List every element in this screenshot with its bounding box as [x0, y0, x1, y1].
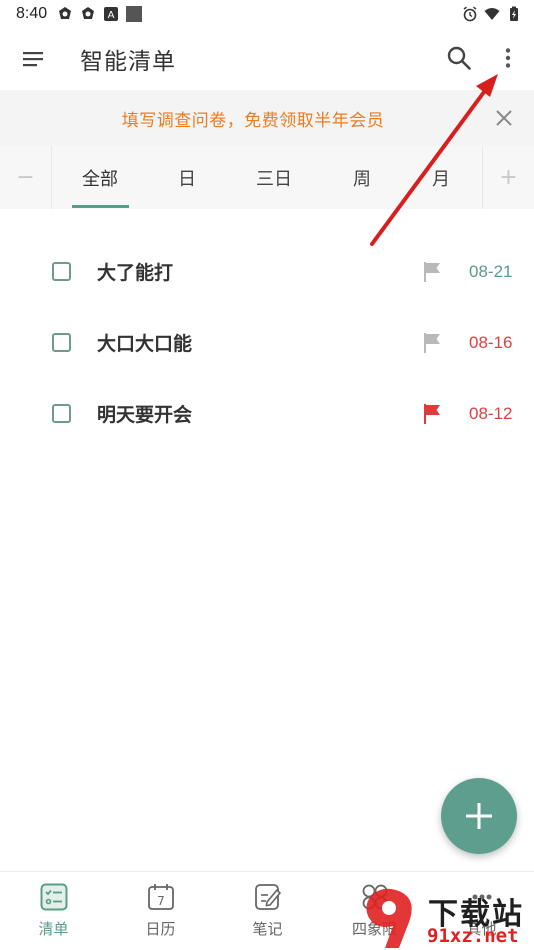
- alarm-icon: [463, 6, 477, 22]
- watermark-url: 91xz.net: [427, 925, 519, 947]
- svg-text:A: A: [108, 10, 115, 21]
- close-icon: [496, 110, 512, 126]
- page-title: 智能清单: [80, 49, 176, 75]
- calendar-icon: 7: [147, 884, 174, 910]
- task-title[interactable]: 大了能打: [97, 258, 173, 285]
- app-notification-icon: [82, 7, 95, 19]
- menu-icon: [23, 52, 43, 67]
- menu-button[interactable]: [18, 44, 48, 74]
- flag-icon[interactable]: [422, 332, 442, 354]
- square-notification-icon: [126, 6, 143, 22]
- calendar-day-number: 7: [157, 894, 165, 908]
- status-bar: 8:40 A: [0, 0, 534, 28]
- nav-item-notes[interactable]: 笔记: [214, 872, 321, 950]
- task-checkbox[interactable]: [52, 333, 71, 352]
- tab-all[interactable]: 全部: [52, 146, 148, 209]
- checklist-icon: [40, 883, 67, 911]
- task-due-date: 08-16: [469, 332, 513, 352]
- wifi-icon: [484, 8, 500, 20]
- add-task-button[interactable]: [441, 778, 517, 854]
- notification-icons: A: [57, 6, 143, 22]
- task-checkbox[interactable]: [52, 404, 71, 423]
- flag-icon[interactable]: [422, 261, 442, 283]
- banner-close-button[interactable]: [492, 106, 516, 130]
- nav-item-calendar[interactable]: 7 日历: [107, 872, 214, 950]
- task-title[interactable]: 明天要开会: [97, 400, 192, 427]
- search-icon: [447, 46, 471, 70]
- task-row[interactable]: 大了能打 08-21: [0, 236, 534, 307]
- nav-label: 笔记: [252, 920, 283, 938]
- status-time: 8:40: [16, 5, 48, 22]
- plus-icon: [466, 803, 492, 829]
- more-options-button[interactable]: [496, 42, 520, 74]
- task-title[interactable]: 大口大口能: [97, 329, 192, 356]
- font-notification-icon: A: [104, 7, 119, 21]
- tabs-decrease-button[interactable]: −: [0, 146, 52, 209]
- search-button[interactable]: [443, 42, 475, 74]
- range-tabs: − 全部 日 三日 周 月 +: [0, 146, 534, 209]
- nav-item-checklist[interactable]: 清单: [0, 872, 107, 950]
- battery-icon: [510, 6, 518, 21]
- tab-month[interactable]: 月: [402, 146, 480, 209]
- app-bar: 智能清单: [0, 28, 534, 90]
- task-due-date: 08-12: [469, 403, 513, 423]
- task-checkbox[interactable]: [52, 262, 71, 281]
- note-icon: [254, 884, 281, 910]
- active-tab-indicator: [72, 205, 129, 208]
- task-list: 大了能打 08-21 大口大口能 08-16 明天要开会 08-12: [0, 236, 534, 449]
- task-row[interactable]: 明天要开会 08-12: [0, 378, 534, 449]
- nav-label: 清单: [38, 920, 69, 938]
- tab-day[interactable]: 日: [148, 146, 226, 209]
- flag-icon[interactable]: [422, 403, 442, 425]
- app-notification-icon: [59, 7, 72, 19]
- tab-week[interactable]: 周: [322, 146, 402, 209]
- banner-text[interactable]: 填写调查问卷，免费领取半年会员: [122, 106, 385, 131]
- tab-three-days[interactable]: 三日: [226, 146, 322, 209]
- nav-label: 日历: [145, 920, 176, 938]
- tabs-increase-button[interactable]: +: [482, 146, 534, 209]
- survey-banner[interactable]: 填写调查问卷，免费领取半年会员: [0, 90, 534, 146]
- task-row[interactable]: 大口大口能 08-16: [0, 307, 534, 378]
- more-vert-icon: [505, 48, 511, 68]
- task-due-date: 08-21: [469, 261, 513, 281]
